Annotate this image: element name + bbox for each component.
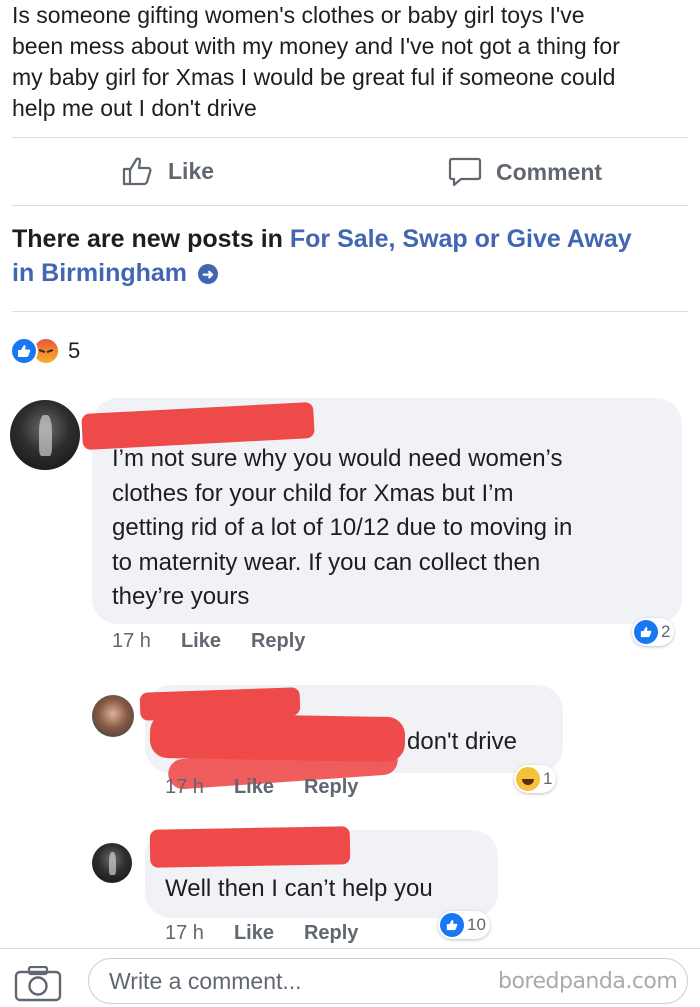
reply-meta: 17 h Like Reply [165, 776, 358, 799]
watermark-text: boredpanda.com [498, 969, 678, 994]
reply-time: 17 h [165, 922, 204, 944]
reply-reaction-badge[interactable]: 1 [514, 765, 557, 793]
comment-input-placeholder: Write a comment... [109, 967, 302, 994]
reply-text: don't drive [407, 728, 517, 755]
like-button-label: Like [168, 157, 215, 184]
reply-meta: 17 h Like Reply [165, 922, 358, 945]
comment-text-line: to maternity wear. If you can collect th… [112, 548, 541, 576]
post-text-line: help me out I don't drive [12, 95, 257, 121]
haha-icon [516, 767, 540, 791]
reaction-count: 2 [661, 622, 671, 641]
reaction-count: 5 [68, 338, 81, 363]
post-text-line: my baby girl for Xmas I would be great f… [12, 64, 616, 90]
comment-text-line: clothes for your child for Xmas but I’m [112, 479, 514, 507]
group-link[interactable]: For Sale, Swap or Give Away [290, 225, 632, 253]
comment-meta: 17 h Like Reply [112, 630, 305, 653]
thumbs-up-icon [122, 157, 152, 186]
divider [12, 311, 688, 312]
reply-like-link[interactable]: Like [234, 922, 274, 945]
comment-button[interactable]: Comment [448, 156, 602, 188]
reply-time: 17 h [165, 776, 204, 798]
camera-icon[interactable] [14, 965, 62, 1007]
comment-button-label: Comment [496, 158, 603, 185]
post-action-bar: Like Comment [0, 150, 700, 198]
divider [0, 948, 700, 949]
post-body-text: Is someone gifting women's clothes or ba… [12, 0, 692, 124]
reaction-count: 10 [467, 915, 486, 934]
reply-reply-link[interactable]: Reply [304, 776, 358, 799]
reactions-summary[interactable]: 5 [10, 337, 80, 365]
comment-text: I’m not sure why you would need women’s … [112, 442, 572, 615]
comment-text-line: I’m not sure why you would need women’s [112, 445, 563, 472]
comment-like-link[interactable]: Like [181, 630, 221, 653]
like-icon [10, 337, 38, 365]
avatar[interactable] [10, 400, 80, 470]
comment-reply-link[interactable]: Reply [251, 630, 305, 653]
arrow-right-icon[interactable]: ➜ [197, 264, 218, 284]
like-button[interactable]: Like [122, 156, 214, 186]
reply-text: Well then I can’t help you [165, 875, 433, 902]
like-icon [440, 913, 464, 937]
reply-reply-link[interactable]: Reply [304, 922, 358, 945]
speech-bubble-icon [448, 157, 482, 187]
like-icon [634, 620, 658, 644]
new-posts-notice: There are new posts in For Sale, Swap or… [12, 222, 692, 290]
avatar[interactable] [92, 695, 134, 737]
comment-text-line: they’re yours [112, 583, 250, 610]
reaction-count: 1 [543, 769, 553, 788]
redacted-name [149, 826, 351, 868]
divider [12, 205, 688, 206]
comment-reaction-badge[interactable]: 2 [632, 618, 675, 646]
post-text-line: been mess about with my money and I've n… [12, 33, 620, 59]
group-link-cont[interactable]: in Birmingham [12, 259, 187, 287]
divider [12, 137, 688, 138]
post-text-line: Is someone gifting women's clothes or ba… [12, 2, 585, 28]
new-posts-prefix: There are new posts in [12, 225, 290, 253]
reply-reaction-badge[interactable]: 10 [438, 911, 490, 939]
reply-like-link[interactable]: Like [234, 776, 274, 799]
avatar[interactable] [92, 843, 132, 883]
comment-time: 17 h [112, 630, 151, 652]
comment-text-line: getting rid of a lot of 10/12 due to mov… [112, 514, 573, 541]
